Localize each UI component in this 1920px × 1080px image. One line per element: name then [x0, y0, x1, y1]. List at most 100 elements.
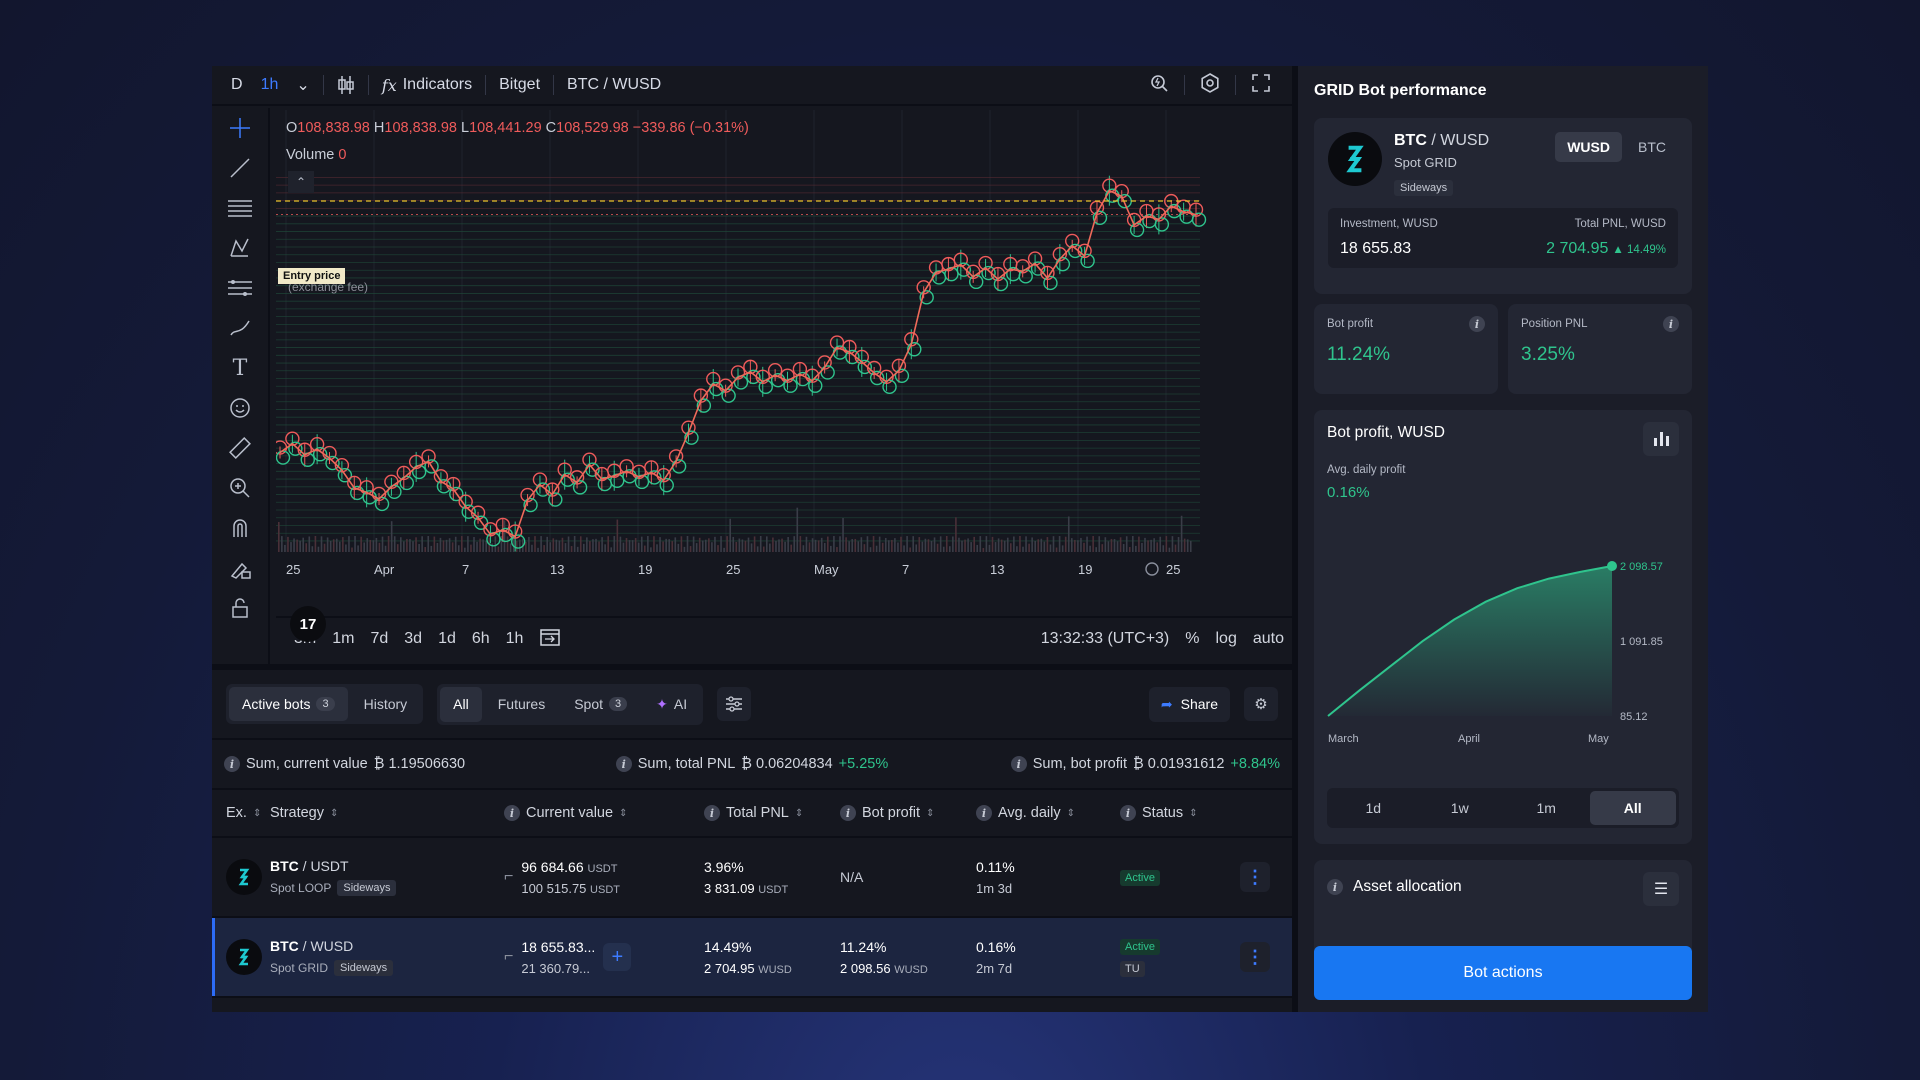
- clock-readout[interactable]: 13:32:33 (UTC+3): [1033, 630, 1178, 648]
- tab-history[interactable]: History: [351, 687, 421, 721]
- avg-daily-label: Avg. daily profit: [1327, 464, 1406, 476]
- lock-icon[interactable]: [212, 588, 268, 628]
- indicators-label: Indicators: [402, 76, 473, 93]
- settings-icon[interactable]: [1189, 72, 1231, 98]
- timeframe-6h[interactable]: 6h: [464, 630, 498, 648]
- fullscreen-icon[interactable]: [1240, 73, 1282, 98]
- volume-bar: [479, 538, 481, 552]
- ruler-icon[interactable]: [212, 428, 268, 468]
- list-icon[interactable]: ☰: [1643, 872, 1679, 906]
- info-icon[interactable]: i: [615, 756, 632, 772]
- volume-bar: [586, 537, 588, 552]
- interval-d-button[interactable]: D: [222, 76, 252, 94]
- fib-icon[interactable]: [212, 268, 268, 308]
- bot-actions-button[interactable]: Bot actions: [1314, 946, 1692, 1000]
- col-current-value[interactable]: i Current value ⇕: [504, 805, 704, 821]
- bar-chart-icon[interactable]: [1643, 422, 1679, 456]
- quick-search-icon[interactable]: [1138, 73, 1180, 98]
- exchange-label[interactable]: Bitget: [490, 76, 549, 94]
- gear-icon[interactable]: ⚙: [1244, 687, 1278, 721]
- share-button[interactable]: ➦ Share: [1148, 686, 1230, 722]
- timeframe-7d[interactable]: 7d: [362, 630, 396, 648]
- profit-summary: Bot profit 11.24% i Position PNL 3.25% i: [1314, 304, 1692, 394]
- volume-bar: [448, 538, 451, 552]
- timeframe-1h[interactable]: 1h: [498, 630, 532, 648]
- filter-futures[interactable]: Futures: [485, 687, 558, 722]
- volume-bar: [290, 542, 292, 552]
- col-bot-profit[interactable]: i Bot profit ⇕: [840, 805, 976, 821]
- indicators-button[interactable]: fx Indicators: [373, 76, 481, 95]
- volume-bar: [1165, 536, 1168, 552]
- volume-bar: [705, 539, 707, 552]
- log-toggle[interactable]: log: [1208, 630, 1245, 648]
- add-funds-button[interactable]: +: [603, 943, 632, 971]
- volume-bar: [583, 543, 585, 552]
- volume-bar: [830, 545, 832, 552]
- tab-active-bots[interactable]: Active bots 3: [229, 687, 348, 721]
- col-strategy[interactable]: Strategy ⇕: [270, 805, 504, 821]
- profit-chart[interactable]: 2 098.57 1 091.85 85.12 March April May: [1322, 536, 1672, 746]
- goto-date-icon[interactable]: [531, 627, 569, 652]
- pattern-icon[interactable]: [212, 228, 268, 268]
- range-1w[interactable]: 1w: [1417, 791, 1504, 825]
- volume-bar: [1061, 545, 1064, 552]
- candles-icon[interactable]: [328, 75, 364, 95]
- chevron-down-icon[interactable]: ⌄: [287, 75, 318, 95]
- sort-icon: ⇕: [252, 807, 262, 819]
- row-menu-button[interactable]: ⋮: [1240, 862, 1270, 892]
- volume-bar: [317, 546, 320, 552]
- col-status[interactable]: i Status ⇕: [1120, 805, 1240, 821]
- volume-bar: [878, 536, 881, 552]
- col-total-pnl[interactable]: i Total PNL ⇕: [704, 805, 840, 821]
- zoom-in-icon[interactable]: [212, 468, 268, 508]
- crosshair-icon[interactable]: [212, 108, 268, 148]
- filter-all[interactable]: All: [440, 686, 482, 722]
- range-1m[interactable]: 1m: [1503, 791, 1590, 825]
- percent-toggle[interactable]: %: [1177, 630, 1207, 648]
- info-icon[interactable]: i: [1327, 879, 1343, 895]
- volume-bar: [552, 538, 555, 552]
- filter-spot[interactable]: Spot 3: [561, 687, 640, 722]
- emoji-icon[interactable]: [212, 388, 268, 428]
- magnet-icon[interactable]: [212, 508, 268, 548]
- lock-drawing-icon[interactable]: [212, 548, 268, 588]
- collapse-legend-button[interactable]: ⌃: [288, 171, 314, 193]
- volume-bar: [1132, 536, 1134, 552]
- currency-btc[interactable]: BTC: [1626, 132, 1678, 162]
- row-menu-button[interactable]: ⋮: [1240, 942, 1270, 972]
- symbol-label[interactable]: BTC / WUSD: [558, 76, 670, 94]
- timeframe-1m[interactable]: 1m: [324, 630, 362, 648]
- tradingview-logo[interactable]: 17: [290, 606, 326, 642]
- range-1d[interactable]: 1d: [1330, 791, 1417, 825]
- currency-wusd[interactable]: WUSD: [1555, 132, 1622, 162]
- volume-bar: [622, 542, 625, 552]
- horizontal-lines-icon[interactable]: [212, 188, 268, 228]
- volume-bar: [933, 537, 936, 552]
- table-row[interactable]: BTC / USDT Spot LOOP Sideways ⌐ 96 684.66…: [212, 838, 1292, 918]
- range-all[interactable]: All: [1589, 791, 1676, 825]
- filter-ai[interactable]: ✦ AI: [643, 687, 700, 722]
- volume-bar: [714, 536, 716, 552]
- info-icon[interactable]: i: [1663, 316, 1679, 332]
- info-icon: i: [504, 805, 520, 821]
- interval-1h-button[interactable]: 1h: [252, 76, 288, 94]
- brush-icon[interactable]: [212, 308, 268, 348]
- info-icon[interactable]: i: [1010, 756, 1027, 772]
- volume-bar: [619, 536, 622, 552]
- sum-profit-number: ₿ 0.01931612: [1133, 756, 1225, 772]
- price-chart[interactable]: 25 Apr 7 13 19 25 May 7 13 19 25 O108,838.98 H108,…: [272, 110, 1292, 592]
- col-avg-daily[interactable]: i Avg. daily ⇕: [976, 805, 1120, 821]
- table-row[interactable]: BTC / WUSD Spot GRID Sideways ⌐ 18 655.83…: [212, 918, 1292, 998]
- volume-bar: [991, 536, 994, 552]
- timeframe-3d[interactable]: 3d: [396, 630, 430, 648]
- text-icon[interactable]: T: [212, 348, 268, 388]
- auto-toggle[interactable]: auto: [1245, 630, 1292, 648]
- timeframe-1d[interactable]: 1d: [430, 630, 464, 648]
- info-icon[interactable]: i: [224, 756, 240, 772]
- filter-settings-icon[interactable]: [717, 687, 752, 721]
- row-invest-unit: USDT: [590, 883, 620, 896]
- info-icon[interactable]: i: [1469, 316, 1485, 332]
- col-exchange[interactable]: Ex. ⇕: [226, 805, 270, 821]
- trend-line-icon[interactable]: [212, 148, 268, 188]
- chart-bottom-bar: 3m 1m 7d 3d 1d 6h 1h 13:32:33 (UTC+3) % …: [276, 616, 1292, 660]
